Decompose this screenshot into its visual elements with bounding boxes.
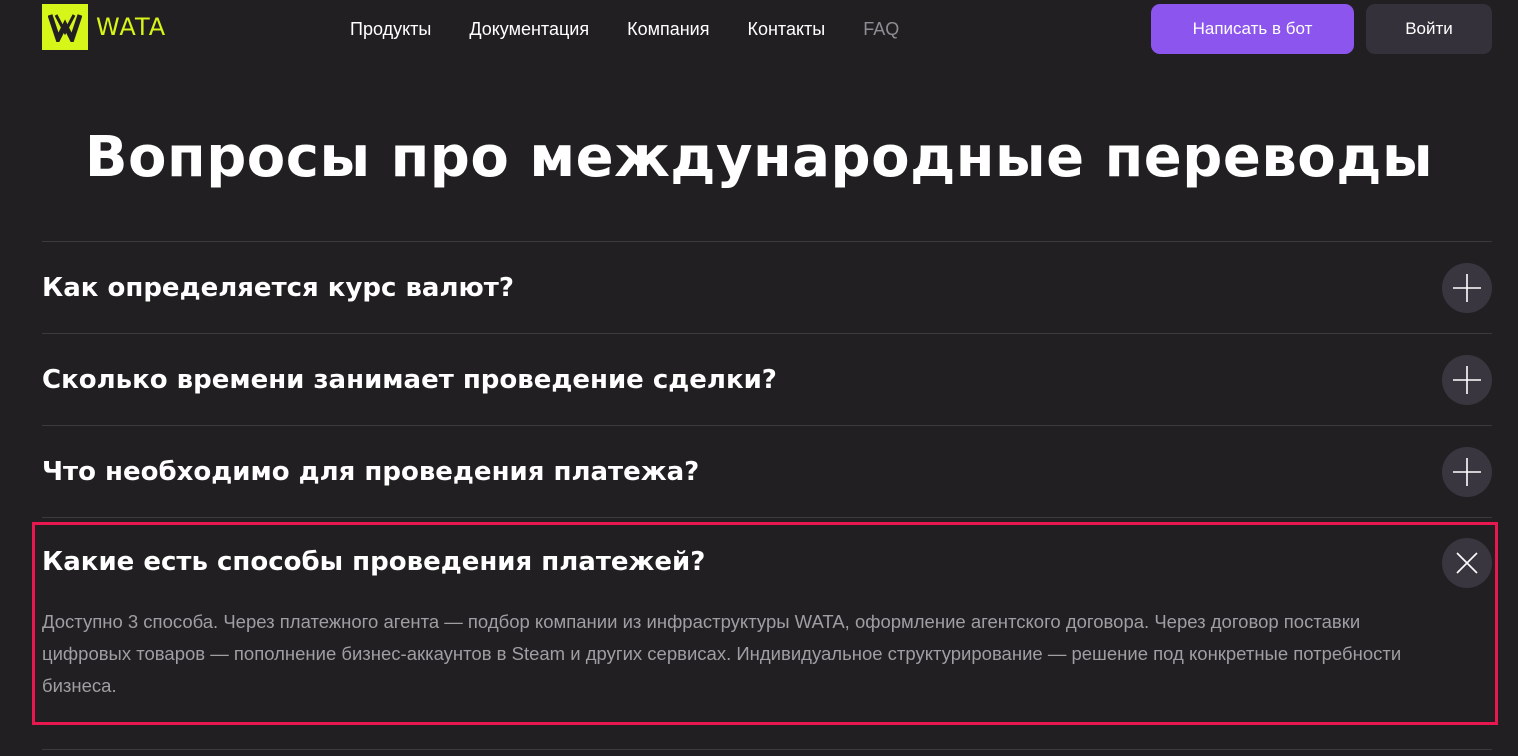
plus-icon[interactable] <box>1442 263 1492 313</box>
nav-contacts[interactable]: Контакты <box>747 19 825 40</box>
faq-question[interactable]: Что необходимо для проведения платежа? <box>42 426 1422 518</box>
nav-documentation[interactable]: Документация <box>469 19 589 40</box>
faq-item[interactable]: Что необходимо для проведения платежа? <box>42 425 1492 517</box>
nav-faq[interactable]: FAQ <box>863 19 899 40</box>
close-icon[interactable] <box>1442 538 1492 588</box>
page-title: Вопросы про международные переводы <box>84 125 1434 190</box>
wata-logo-icon <box>42 4 88 50</box>
faq-item[interactable]: Как определяется курс валют? <box>42 241 1492 333</box>
plus-icon[interactable] <box>1442 447 1492 497</box>
logo[interactable]: WATA <box>42 4 166 50</box>
site-header: WATA Продукты Документация Компания Конт… <box>0 0 1518 58</box>
faq-answer: Доступно 3 способа. Через платежного аге… <box>42 611 1402 696</box>
faq-question[interactable]: Как определяется курс валют? <box>42 242 1422 334</box>
faq-item[interactable]: Сколько времени занимает проведение сдел… <box>42 333 1492 425</box>
page: WATA Продукты Документация Компания Конт… <box>0 0 1518 756</box>
write-to-bot-button[interactable]: Написать в бот <box>1151 4 1354 54</box>
faq-item-expanded[interactable]: Какие есть способы проведения платежей? … <box>32 517 1498 747</box>
divider <box>42 749 1492 750</box>
nav-company[interactable]: Компания <box>627 19 709 40</box>
nav-products[interactable]: Продукты <box>350 19 431 40</box>
faq-question[interactable]: Сколько времени занимает проведение сдел… <box>42 334 1422 426</box>
plus-icon[interactable] <box>1442 355 1492 405</box>
faq-list: Как определяется курс валют? Сколько вре… <box>32 241 1498 747</box>
main-nav: Продукты Документация Компания Контакты … <box>350 14 899 44</box>
login-button[interactable]: Войти <box>1366 4 1492 54</box>
logo-text: WATA <box>96 13 167 41</box>
faq-question[interactable]: Какие есть способы проведения платежей? <box>42 518 1422 606</box>
